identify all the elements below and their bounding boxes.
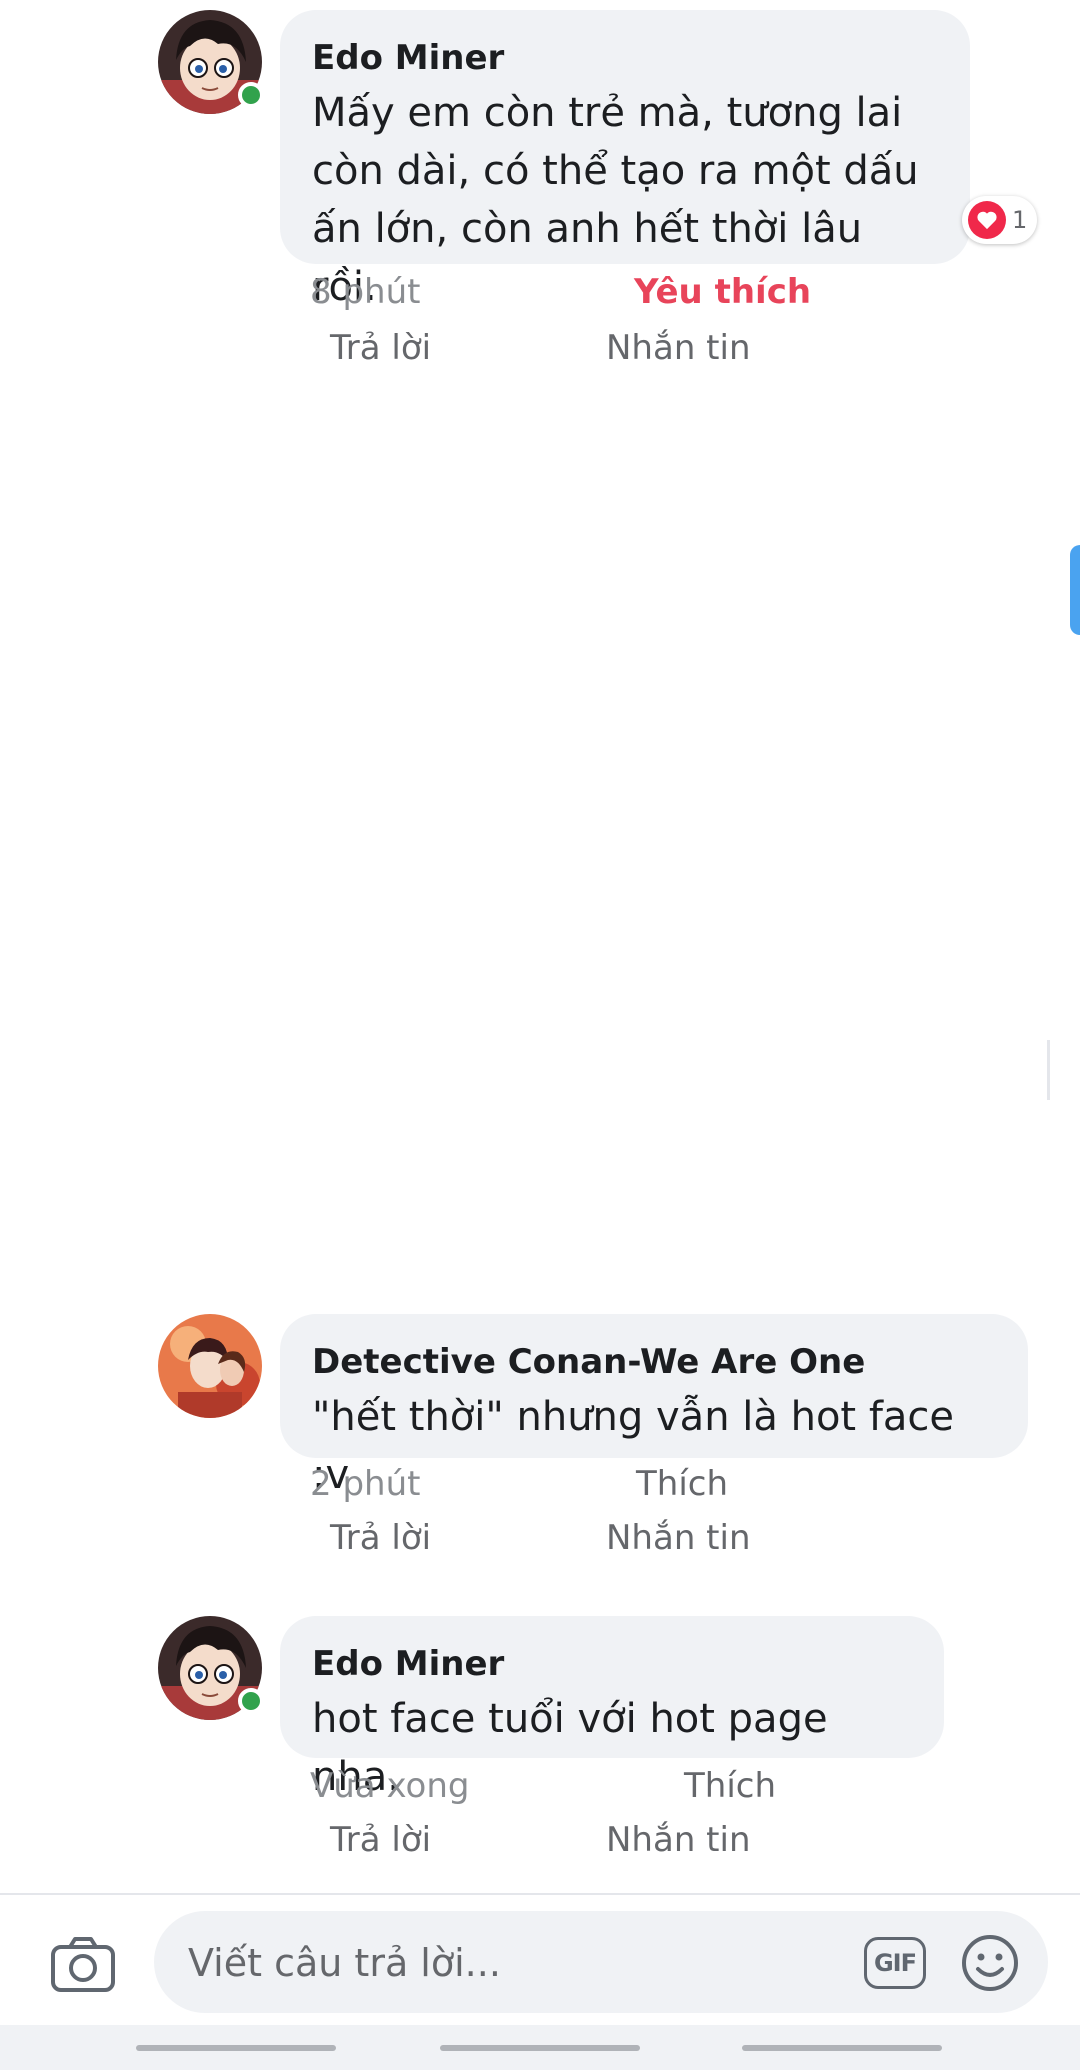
gif-button[interactable]: GIF: [864, 1937, 926, 1989]
reaction-summary[interactable]: 1: [962, 196, 1038, 244]
like-button[interactable]: Thích: [636, 1464, 728, 1504]
reply-input[interactable]: [186, 1933, 850, 1993]
reaction-count: 1: [1012, 206, 1028, 234]
comment-author[interactable]: Edo Miner: [312, 1642, 912, 1686]
comment-author[interactable]: Detective Conan-We Are One: [312, 1340, 996, 1384]
comment-time: 2 phút: [310, 1464, 421, 1504]
nav-gesture-segment[interactable]: [440, 2045, 640, 2051]
avatar[interactable]: [158, 1314, 262, 1418]
reply-button[interactable]: Trả lời: [330, 1518, 431, 1558]
comment-time: Vừa xong: [310, 1766, 470, 1806]
message-button[interactable]: Nhắn tin: [606, 1820, 751, 1860]
comment-bubble[interactable]: Edo Miner hot face tuổi với hot page nha…: [280, 1616, 944, 1800]
reply-composer: GIF: [0, 1893, 1080, 2025]
message-button[interactable]: Nhắn tin: [606, 1518, 751, 1558]
online-status-dot: [238, 82, 264, 108]
smiley-icon[interactable]: [960, 1933, 1020, 1993]
comment-bubble[interactable]: Detective Conan-We Are One "hết thời" nh…: [280, 1314, 1028, 1498]
comment-author[interactable]: Edo Miner: [312, 36, 938, 80]
reply-button[interactable]: Trả lời: [330, 1820, 431, 1860]
avatar[interactable]: [158, 1616, 264, 1720]
nav-gesture-segment[interactable]: [742, 2045, 942, 2051]
system-nav-bar: [0, 2025, 1080, 2070]
comment-bubble[interactable]: Edo Miner Mấy em còn trẻ mà, tương lai c…: [280, 10, 970, 310]
online-status-dot: [238, 1688, 264, 1714]
camera-icon[interactable]: [50, 1935, 116, 1993]
nav-gesture-segment[interactable]: [136, 2045, 336, 2051]
like-button[interactable]: Thích: [684, 1766, 776, 1806]
like-button[interactable]: Yêu thích: [634, 272, 811, 312]
scroll-indicator: [1070, 545, 1080, 635]
message-button[interactable]: Nhắn tin: [606, 328, 751, 368]
heart-icon: [968, 201, 1006, 239]
comment-time: 8 phút: [310, 272, 421, 312]
divider: [1047, 1040, 1050, 1100]
comment-text-line: Mấy em còn trẻ mà, tương lai: [312, 90, 903, 136]
avatar[interactable]: [158, 10, 264, 114]
reply-input-container: GIF: [154, 1911, 1048, 2013]
comment-text-line: còn dài, có thể tạo ra một dấu: [312, 148, 919, 194]
reply-button[interactable]: Trả lời: [330, 328, 431, 368]
